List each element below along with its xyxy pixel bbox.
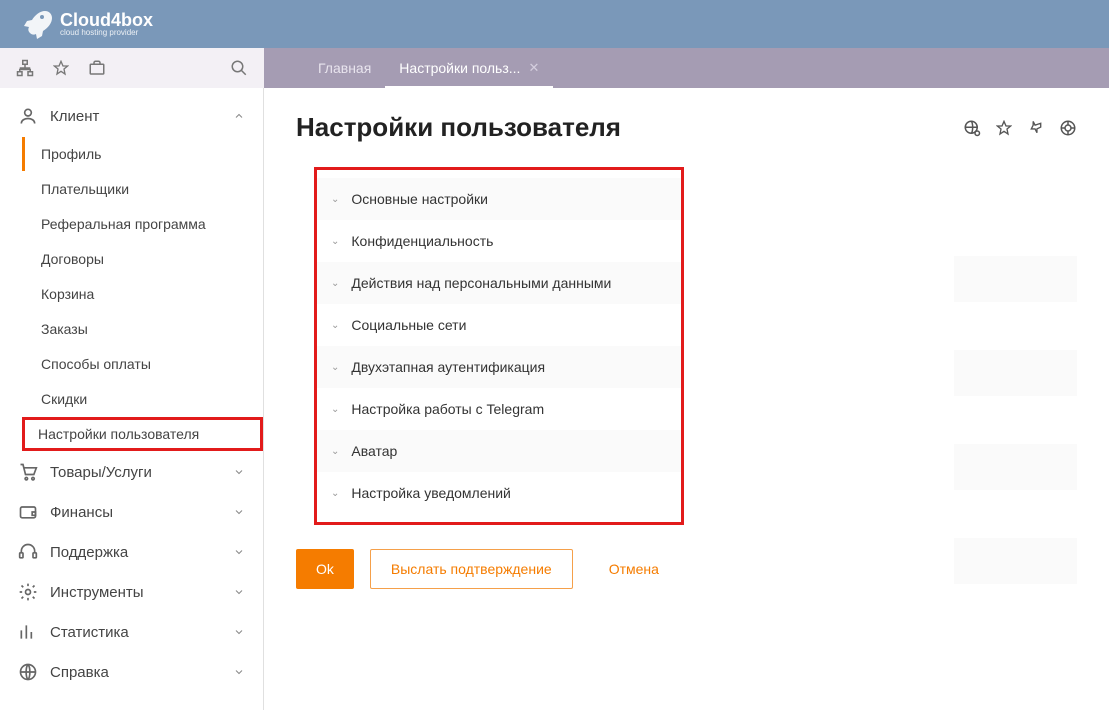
sidebar-item-label: Договоры [41, 251, 104, 267]
section-label: Социальные сети [351, 317, 466, 333]
brand-logo[interactable]: Cloud4box cloud hosting provider [20, 8, 153, 40]
page-actions [963, 119, 1077, 137]
cart-icon [18, 462, 38, 482]
rocket-icon [20, 8, 52, 40]
sidebar-group-client[interactable]: Клиент [0, 96, 263, 136]
sidebar-group-label: Инструменты [50, 584, 233, 601]
gear-icon [18, 582, 38, 602]
sitemap-icon[interactable] [16, 59, 34, 77]
section-label: Аватар [351, 443, 397, 459]
chevron-down-icon [233, 666, 245, 678]
toolbar: Главная Настройки польз... ✕ [0, 48, 1109, 88]
section-label: Конфиденциальность [351, 233, 493, 249]
globe-settings-icon[interactable] [963, 119, 981, 137]
close-icon[interactable]: ✕ [528, 60, 539, 76]
headset-icon [18, 542, 38, 562]
section-label: Действия над персональными данными [351, 275, 611, 291]
sidebar-item-payment-methods[interactable]: Способы оплаты [22, 347, 263, 381]
chevron-down-icon [233, 586, 245, 598]
settings-sections: ⌄Основные настройки ⌄Конфиденциальность … [314, 167, 684, 525]
sidebar-group-help[interactable]: Справка [0, 652, 263, 692]
sidebar-item-referral[interactable]: Реферальная программа [22, 207, 263, 241]
section-social[interactable]: ⌄ Социальные сети [317, 304, 681, 346]
section-label: Двухэтапная аутентификация [351, 359, 545, 375]
section-privacy[interactable]: ⌄ Конфиденциальность [317, 220, 681, 262]
section-general[interactable]: ⌄ Основные настройки [317, 178, 681, 220]
section-avatar[interactable]: ⌄ Аватар [317, 430, 681, 472]
sidebar-group-label: Товары/Услуги [50, 464, 233, 481]
section-label: Настройка уведомлений [351, 485, 510, 501]
wallet-icon [18, 502, 38, 522]
briefcase-icon[interactable] [88, 59, 106, 77]
chevron-down-icon: ⌄ [331, 236, 339, 247]
chevron-down-icon: ⌄ [331, 320, 339, 331]
sidebar-group-stats[interactable]: Статистика [0, 612, 263, 652]
sidebar-item-label: Корзина [41, 286, 94, 302]
sidebar-group-products[interactable]: Товары/Услуги [0, 452, 263, 492]
sidebar-item-profile[interactable]: Профиль [22, 137, 263, 171]
chevron-down-icon [233, 626, 245, 638]
section-2fa[interactable]: ⌄ Двухэтапная аутентификация [317, 346, 681, 388]
brand-tagline: cloud hosting provider [60, 29, 153, 37]
chevron-up-icon [233, 110, 245, 122]
sidebar-item-label: Способы оплаты [41, 356, 151, 372]
chevron-down-icon [233, 546, 245, 558]
tab-label: Настройки польз... [399, 60, 520, 76]
sidebar-group-label: Справка [50, 664, 233, 681]
sidebar-item-contracts[interactable]: Договоры [22, 242, 263, 276]
star-icon[interactable] [52, 59, 70, 77]
sidebar-item-payers[interactable]: Плательщики [22, 172, 263, 206]
chevron-down-icon [233, 466, 245, 478]
section-notifications[interactable]: ⌄ Настройка уведомлений [317, 472, 681, 514]
chart-icon [18, 622, 38, 642]
sidebar-item-label: Плательщики [41, 181, 129, 197]
chevron-down-icon: ⌄ [331, 194, 339, 205]
chevron-down-icon: ⌄ [331, 278, 339, 289]
search-icon[interactable] [230, 59, 248, 77]
ok-button[interactable]: Ok [296, 549, 354, 589]
user-icon [18, 106, 38, 126]
section-telegram[interactable]: ⌄ Настройка работы с Telegram [317, 388, 681, 430]
sidebar-item-cart[interactable]: Корзина [22, 277, 263, 311]
sidebar-item-discounts[interactable]: Скидки [22, 382, 263, 416]
sidebar-group-support[interactable]: Поддержка [0, 532, 263, 572]
page-title: Настройки пользователя [296, 112, 963, 143]
background-stripes [954, 256, 1077, 632]
sidebar-group-label: Финансы [50, 504, 233, 521]
sidebar: Клиент Профиль Плательщики Реферальная п… [0, 88, 264, 710]
sidebar-group-finance[interactable]: Финансы [0, 492, 263, 532]
chevron-down-icon: ⌄ [331, 488, 339, 499]
chevron-down-icon: ⌄ [331, 404, 339, 415]
pin-icon[interactable] [1027, 119, 1045, 137]
brand-name: Cloud4box [60, 11, 153, 29]
tab-label: Главная [318, 60, 371, 76]
sidebar-group-label: Клиент [50, 108, 233, 125]
sidebar-item-label: Реферальная программа [41, 216, 206, 232]
star-icon[interactable] [995, 119, 1013, 137]
sidebar-item-label: Скидки [41, 391, 87, 407]
globe-icon [18, 662, 38, 682]
sidebar-item-label: Настройки пользователя [38, 426, 199, 442]
sidebar-group-label: Статистика [50, 624, 233, 641]
section-personal-data[interactable]: ⌄ Действия над персональными данными [317, 262, 681, 304]
tab-user-settings[interactable]: Настройки польз... ✕ [385, 48, 553, 88]
chevron-down-icon: ⌄ [331, 362, 339, 373]
sidebar-group-label: Поддержка [50, 544, 233, 561]
tab-home[interactable]: Главная [304, 48, 385, 88]
sidebar-item-orders[interactable]: Заказы [22, 312, 263, 346]
resend-confirmation-button[interactable]: Выслать подтверждение [370, 549, 573, 589]
main-content: Настройки пользователя ⌄ Основные настрой… [264, 88, 1109, 710]
section-label: Настройка работы с Telegram [351, 401, 544, 417]
top-bar: Cloud4box cloud hosting provider [0, 0, 1109, 48]
sidebar-item-user-settings[interactable]: Настройки пользователя [22, 417, 263, 451]
sidebar-item-label: Профиль [41, 146, 101, 162]
tabs-bar: Главная Настройки польз... ✕ [264, 48, 1109, 88]
sidebar-group-tools[interactable]: Инструменты [0, 572, 263, 612]
cancel-button[interactable]: Отмена [589, 549, 679, 589]
chevron-down-icon [233, 506, 245, 518]
section-label: Основные настройки [351, 191, 488, 207]
sidebar-item-label: Заказы [41, 321, 88, 337]
help-icon[interactable] [1059, 119, 1077, 137]
chevron-down-icon: ⌄ [331, 446, 339, 457]
